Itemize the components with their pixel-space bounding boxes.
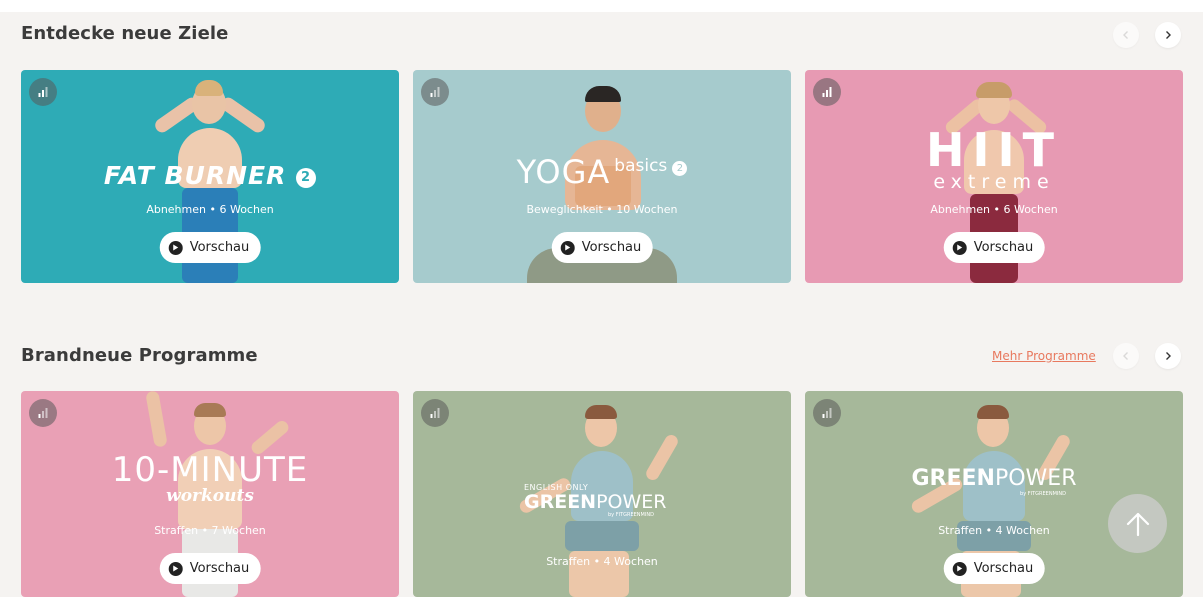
carousel-next-button[interactable] bbox=[1155, 22, 1181, 48]
program-title: ENGLISH ONLY GREENPOWER by FITGREENMIND bbox=[524, 483, 667, 518]
preview-button[interactable]: Vorschau bbox=[159, 553, 261, 584]
level-badge bbox=[813, 78, 841, 106]
signal-bars-icon bbox=[38, 87, 48, 97]
signal-bars-icon bbox=[822, 87, 832, 97]
preview-button[interactable]: Vorschau bbox=[943, 553, 1045, 584]
carousel-prev-button[interactable] bbox=[1113, 22, 1139, 48]
signal-bars-icon bbox=[38, 408, 48, 418]
level-badge bbox=[421, 399, 449, 427]
scroll-to-top-button[interactable] bbox=[1108, 494, 1167, 553]
signal-bars-icon bbox=[430, 87, 440, 97]
play-icon bbox=[560, 240, 575, 255]
preview-label: Vorschau bbox=[581, 240, 642, 255]
level-badge bbox=[29, 399, 57, 427]
preview-label: Vorschau bbox=[189, 561, 250, 576]
section-title-new-programs: Brandneue Programme bbox=[21, 345, 258, 366]
program-meta: Abnehmen • 6 Wochen bbox=[146, 203, 274, 216]
play-icon bbox=[168, 240, 183, 255]
program-title: HIIT extreme bbox=[925, 123, 1063, 193]
carousel-prev-button[interactable] bbox=[1113, 343, 1139, 369]
program-card-10-minute-workouts[interactable]: 10-MINUTE workouts Straffen • 7 Wochen V… bbox=[21, 391, 399, 597]
preview-button[interactable]: Vorschau bbox=[943, 232, 1045, 263]
program-title: FAT BURNER 2 bbox=[21, 163, 399, 188]
program-title: YOGA basics 2 bbox=[413, 156, 791, 188]
chevron-left-icon bbox=[1123, 31, 1128, 39]
title-badge: 2 bbox=[296, 168, 317, 188]
chevron-right-icon bbox=[1166, 31, 1171, 39]
program-card-yoga-basics[interactable]: YOGA basics 2 Beweglichkeit • 10 Wochen V… bbox=[413, 70, 791, 283]
program-card-greenpower-english[interactable]: ENGLISH ONLY GREENPOWER by FITGREENMIND … bbox=[413, 391, 791, 597]
arrow-up-icon bbox=[1126, 512, 1149, 536]
program-meta: Straffen • 7 Wochen bbox=[154, 524, 266, 537]
signal-bars-icon bbox=[430, 408, 440, 418]
program-meta: Straffen • 4 Wochen bbox=[546, 555, 658, 568]
preview-label: Vorschau bbox=[189, 240, 250, 255]
more-programs-link[interactable]: Mehr Programme bbox=[992, 349, 1096, 363]
chevron-right-icon bbox=[1166, 352, 1171, 360]
signal-bars-icon bbox=[822, 408, 832, 418]
chevron-left-icon bbox=[1123, 352, 1128, 360]
play-icon bbox=[952, 561, 967, 576]
program-meta: Beweglichkeit • 10 Wochen bbox=[526, 203, 678, 216]
play-icon bbox=[168, 561, 183, 576]
level-badge bbox=[29, 78, 57, 106]
play-icon bbox=[952, 240, 967, 255]
preview-button[interactable]: Vorschau bbox=[551, 232, 653, 263]
preview-button[interactable]: Vorschau bbox=[159, 232, 261, 263]
carousel-next-button[interactable] bbox=[1155, 343, 1181, 369]
preview-label: Vorschau bbox=[973, 240, 1034, 255]
level-badge bbox=[813, 399, 841, 427]
level-badge bbox=[421, 78, 449, 106]
program-meta: Abnehmen • 6 Wochen bbox=[930, 203, 1058, 216]
program-title: GREENPOWER by FITGREENMIND bbox=[911, 466, 1077, 497]
top-band bbox=[0, 0, 1203, 12]
program-card-fat-burner[interactable]: FAT BURNER 2 Abnehmen • 6 Wochen Vorscha… bbox=[21, 70, 399, 283]
preview-label: Vorschau bbox=[973, 561, 1034, 576]
program-title: 10-MINUTE workouts bbox=[111, 450, 309, 506]
title-badge: 2 bbox=[672, 161, 688, 176]
program-card-greenpower[interactable]: GREENPOWER by FITGREENMIND Straffen • 4 … bbox=[805, 391, 1183, 597]
program-card-hiit-extreme[interactable]: HIIT extreme Abnehmen • 6 Wochen Vorscha… bbox=[805, 70, 1183, 283]
section-title-discover: Entdecke neue Ziele bbox=[21, 23, 229, 44]
